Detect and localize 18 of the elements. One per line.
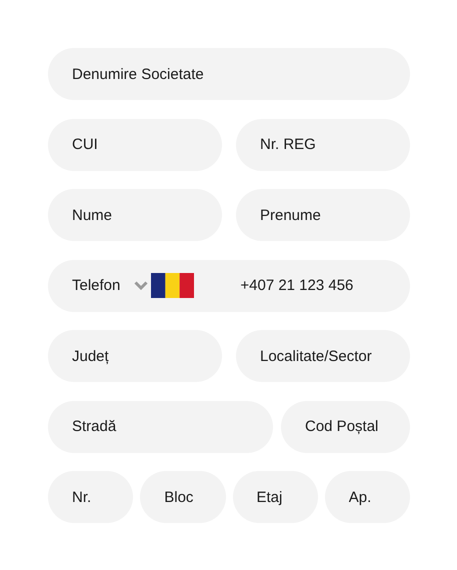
phone-field[interactable]: Telefon +407 21 123 456 (48, 260, 410, 312)
input-field[interactable]: Bloc (140, 471, 226, 523)
chevron-icon[interactable] (134, 281, 148, 290)
phone-input[interactable]: +407 21 123 456 (240, 277, 370, 294)
input-field[interactable]: Nr. REG (236, 118, 410, 170)
input-field[interactable]: Prenume (236, 189, 410, 241)
input-field[interactable]: Denumire Societate (48, 48, 410, 100)
input-field[interactable]: Ap. (324, 471, 410, 523)
flag-icon[interactable] (151, 273, 194, 298)
field-label: Telefon (72, 277, 120, 294)
input-field[interactable]: Stradă (48, 400, 273, 452)
input-field[interactable]: CUI (48, 118, 222, 170)
input-field[interactable]: Județ (48, 330, 222, 382)
input-field[interactable]: Nr. (48, 471, 134, 523)
input-field[interactable]: Nume (48, 189, 222, 241)
input-field[interactable]: Etaj (232, 471, 318, 523)
input-field[interactable]: Localitate/Sector (236, 330, 410, 382)
input-field[interactable]: Cod Poștal (281, 400, 410, 452)
